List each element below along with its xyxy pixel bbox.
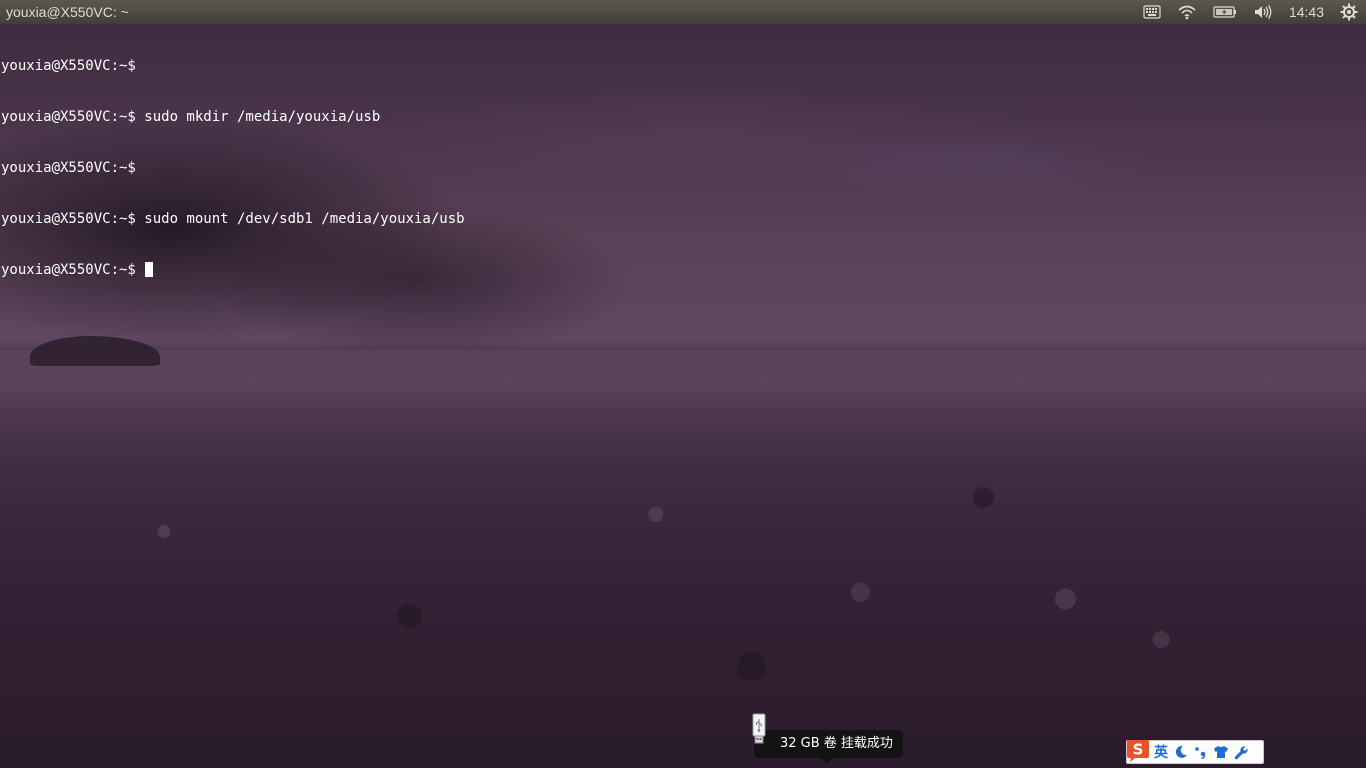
sogou-logo-icon[interactable]: S (1125, 737, 1151, 763)
keyboard-icon (1143, 5, 1161, 19)
ime-language-toggle[interactable]: 英 (1151, 741, 1171, 763)
session-menu[interactable] (1332, 0, 1366, 24)
battery-indicator[interactable] (1205, 0, 1245, 24)
wallpaper-rock (30, 336, 160, 366)
terminal-cursor (145, 262, 154, 277)
mount-notification[interactable]: 32 GB 卷 挂载成功 (754, 730, 903, 758)
top-panel: youxia@X550VC: ~ 14:43 (0, 0, 1366, 24)
notification-pointer (821, 758, 833, 763)
ime-toolbar[interactable]: S 英 (1126, 740, 1264, 764)
terminal-line: youxia@X550VC:~$ (1, 160, 145, 176)
gear-power-icon (1340, 3, 1358, 21)
ime-punctuation-toggle[interactable] (1191, 741, 1211, 763)
wrench-icon (1234, 745, 1248, 759)
wifi-icon (1178, 5, 1196, 20)
keyboard-indicator[interactable] (1135, 0, 1169, 24)
punctuation-icon (1195, 747, 1206, 759)
notification-text: 32 GB 卷 挂载成功 (780, 736, 893, 751)
terminal-prompt: youxia@X550VC:~$ (1, 262, 145, 278)
ime-halfwidth-toggle[interactable] (1171, 741, 1191, 763)
window-title: youxia@X550VC: ~ (6, 4, 129, 20)
terminal-line: youxia@X550VC:~$ sudo mount /dev/sdb1 /m… (1, 211, 465, 227)
terminal-line: youxia@X550VC:~$ sudo mkdir /media/youxi… (1, 109, 381, 125)
moon-icon (1175, 745, 1187, 758)
volume-indicator[interactable] (1245, 0, 1281, 24)
terminal-line: youxia@X550VC:~$ (1, 58, 145, 74)
wallpaper-sea (0, 350, 1366, 410)
ime-logo-letter: S (1133, 741, 1144, 759)
battery-icon (1213, 6, 1236, 18)
skin-shirt-icon (1214, 746, 1228, 758)
indicator-area: 14:43 (1135, 0, 1366, 24)
ime-settings-button[interactable] (1231, 741, 1251, 763)
wifi-indicator[interactable] (1169, 0, 1205, 24)
terminal-output[interactable]: youxia@X550VC:~$ youxia@X550VC:~$ sudo m… (1, 24, 465, 296)
ime-skin-button[interactable] (1211, 741, 1231, 763)
volume-icon (1254, 5, 1272, 19)
terminal-prompt-line: youxia@X550VC:~$ (1, 262, 465, 279)
clock[interactable]: 14:43 (1281, 4, 1332, 20)
usb-drive-icon (751, 713, 767, 745)
wallpaper-pebbles (0, 430, 1366, 768)
